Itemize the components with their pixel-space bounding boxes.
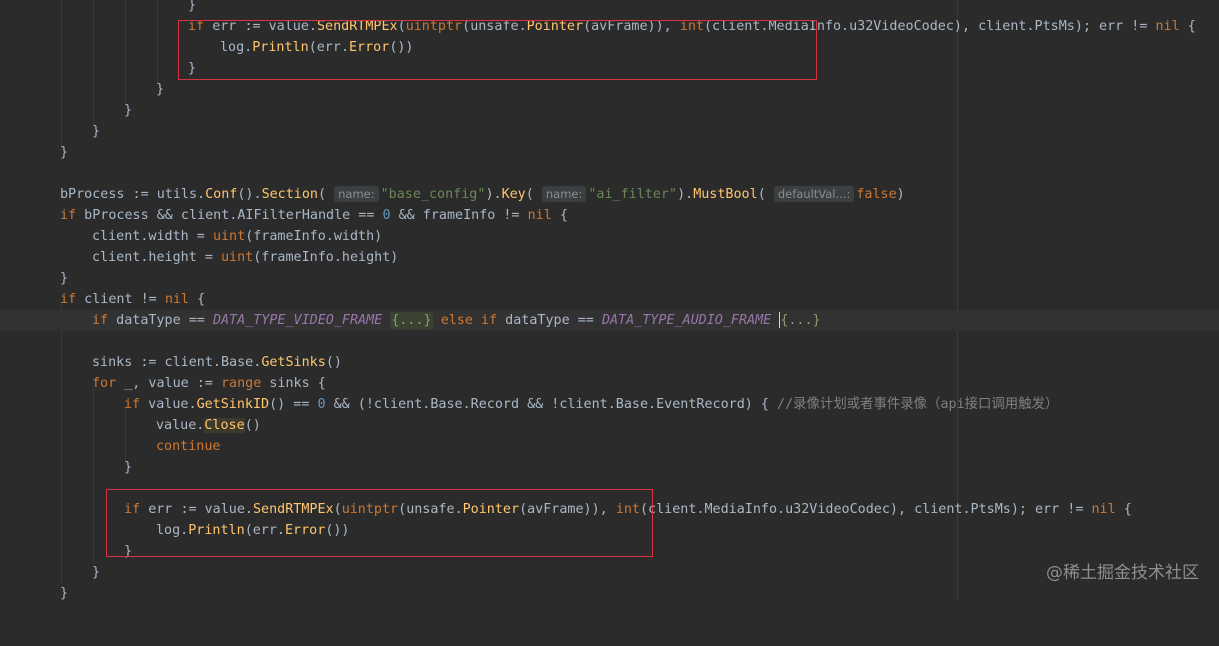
code-line: if client != nil {	[60, 292, 206, 307]
code-line: if value.GetSinkID() == 0 && (!client.Ba…	[124, 397, 1059, 412]
code-line: }	[60, 586, 69, 601]
parameter-hint: defaultVal...:	[773, 186, 855, 202]
highlight-box-bottom	[106, 489, 653, 557]
folded-code-block[interactable]: {...}	[390, 312, 433, 329]
parameter-hint: name:	[334, 186, 379, 202]
code-line: }	[156, 82, 165, 97]
code-line: }	[60, 145, 69, 160]
code-line: }	[60, 271, 69, 286]
code-line: client.height = uint(frameInfo.height)	[92, 250, 399, 265]
code-line: for _, value := range sinks {	[92, 376, 326, 391]
folded-code-block[interactable]: {...}	[779, 312, 821, 329]
code-line: sinks := client.Base.GetSinks()	[92, 355, 342, 370]
code-editor[interactable]: } if err := value.SendRTMPEx(uintptr(uns…	[0, 0, 1219, 601]
code-comment: //录像计划或者事件录像（api接口调用触发）	[777, 397, 1059, 412]
current-code-line[interactable]: if dataType == DATA_TYPE_VIDEO_FRAME {..…	[0, 310, 1219, 331]
code-line: if bProcess && client.AIFilterHandle == …	[60, 208, 568, 223]
watermark: @稀土掘金技术社区	[1046, 563, 1199, 583]
highlight-box-top	[178, 20, 817, 80]
code-line: client.width = uint(frameInfo.width)	[92, 229, 383, 244]
code-line: }	[92, 124, 101, 139]
code-line: }	[188, 0, 197, 13]
code-line: }	[92, 565, 101, 580]
code-line: }	[124, 103, 133, 118]
parameter-hint: name:	[541, 186, 587, 202]
code-line: bProcess := utils.Conf().Section( name: "…	[60, 186, 905, 202]
code-line: value.Close()	[156, 418, 261, 433]
code-line: continue	[156, 439, 221, 454]
code-line: }	[124, 460, 133, 475]
